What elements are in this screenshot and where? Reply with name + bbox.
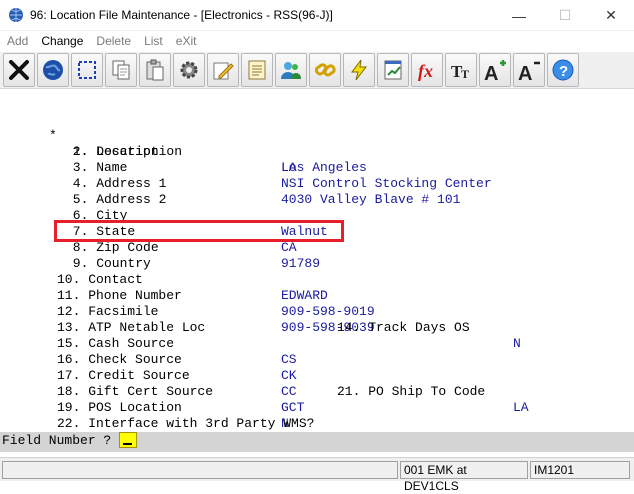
svg-text:A: A: [484, 63, 498, 82]
field-number-prompt: Field Number ?: [0, 431, 634, 452]
link-icon[interactable]: [309, 53, 341, 87]
field-row-10[interactable]: 10. Contact EDWARD: [57, 256, 328, 303]
field-row-6[interactable]: 6. City Walnut: [65, 192, 328, 239]
status-bar: 001 EMK at DEV1CLS IM1201: [0, 457, 634, 493]
toolbar: fx TT A A ?: [0, 52, 634, 89]
field-row-13[interactable]: 13. ATP Netable Loc: [57, 304, 205, 335]
globe-icon[interactable]: [37, 53, 69, 87]
field-row-3[interactable]: 3. Name NSI Control Stocking Center: [65, 144, 492, 191]
menu-add[interactable]: Add: [0, 34, 34, 48]
notes-icon[interactable]: [241, 53, 273, 87]
field-label: 21. PO Ship To Code: [337, 384, 486, 399]
function-icon[interactable]: fx: [411, 53, 443, 87]
field-row-17[interactable]: 17. Credit Source CC: [57, 352, 297, 399]
field-row-11[interactable]: 11. Phone Number 909-598-9019: [57, 272, 375, 319]
field-row-1[interactable]: * 1. Location LA: [49, 112, 297, 175]
field-row-22[interactable]: 22. Interface with 3rd Party WMS? Y: [57, 400, 337, 447]
font-increase-icon[interactable]: A: [479, 53, 511, 87]
field-label: 22. Interface with 3rd Party WMS?: [57, 416, 315, 431]
menu-list[interactable]: List: [137, 34, 169, 48]
field-row-21[interactable]: 21. PO Ship To Code LA: [337, 368, 529, 415]
field-row-12[interactable]: 12. Facsimile 909-598-9039: [57, 288, 375, 335]
field-row-16[interactable]: 16. Check Source CK: [57, 336, 297, 383]
copy-icon[interactable]: [105, 53, 137, 87]
settings-icon[interactable]: [173, 53, 205, 87]
paste-icon[interactable]: [139, 53, 171, 87]
minimize-button[interactable]: —: [496, 0, 542, 31]
menu-exit[interactable]: eXit: [169, 34, 203, 48]
field-row-19[interactable]: 19. POS Location N: [57, 384, 289, 431]
field-row-4[interactable]: 4. Address 1 4030 Valley Blave # 101: [65, 160, 461, 207]
menu-change[interactable]: Change: [34, 34, 89, 48]
status-message-pane: [2, 460, 398, 479]
field-value: 91789: [281, 256, 321, 271]
field-number-input[interactable]: [119, 431, 138, 448]
report-icon[interactable]: [377, 53, 409, 87]
field-row-14[interactable]: 14. Track Days OS N: [337, 304, 521, 351]
field-value: CK: [281, 368, 297, 383]
field-row-18[interactable]: 18. Gift Cert Source GCT: [57, 368, 304, 415]
text-size-icon[interactable]: TT: [445, 53, 477, 87]
field-value: GCT: [281, 400, 305, 415]
zip-code-highlight-box: [54, 220, 344, 242]
select-icon[interactable]: [71, 53, 103, 87]
status-program: IM1201: [530, 460, 630, 479]
lightning-icon[interactable]: [343, 53, 375, 87]
window-title: 96: Location File Maintenance - [Electro…: [30, 8, 333, 22]
form-area: * 1. Location LA 2. Description Los Ange…: [0, 90, 634, 447]
field-value: EDWARD: [281, 288, 328, 303]
field-value: Los Angeles: [281, 160, 367, 175]
menu-bar: Add Change Delete List eXit: [0, 31, 634, 51]
field-row-5[interactable]: 5. Address 2: [65, 176, 167, 207]
status-user: 001 EMK at DEV1CLS: [400, 460, 528, 493]
help-icon[interactable]: ?: [547, 53, 579, 87]
menu-delete[interactable]: Delete: [89, 34, 137, 48]
close-button[interactable]: ✕: [588, 0, 634, 31]
app-globe-icon: [9, 8, 23, 22]
field-value: 4030 Valley Blave # 101: [281, 192, 461, 207]
title-bar: 96: Location File Maintenance - [Electro…: [0, 0, 634, 31]
svg-text:?: ?: [559, 63, 568, 80]
svg-text:fx: fx: [418, 61, 433, 81]
current-marker: *: [49, 128, 57, 143]
prompt-label: Field Number ?: [2, 433, 112, 448]
edit-icon[interactable]: [207, 53, 239, 87]
field-value: LA: [513, 400, 529, 415]
field-value: CA: [281, 240, 297, 255]
field-value: N: [513, 336, 521, 351]
field-row-15[interactable]: 15. Cash Source CS: [57, 320, 297, 367]
users-icon[interactable]: [275, 53, 307, 87]
svg-text:T: T: [461, 67, 469, 81]
close-icon[interactable]: [3, 53, 35, 87]
svg-text:A: A: [518, 63, 532, 82]
field-value: CS: [281, 352, 297, 367]
field-label: 14. Track Days OS: [337, 320, 470, 335]
maximize-button[interactable]: ☐: [542, 0, 588, 31]
field-value: CC: [281, 384, 297, 399]
field-row-9[interactable]: 9. Country: [65, 240, 151, 271]
field-value: NSI Control Stocking Center: [281, 176, 492, 191]
field-row-2[interactable]: 2. Description Los Angeles: [65, 128, 367, 175]
font-decrease-icon[interactable]: A: [513, 53, 545, 87]
